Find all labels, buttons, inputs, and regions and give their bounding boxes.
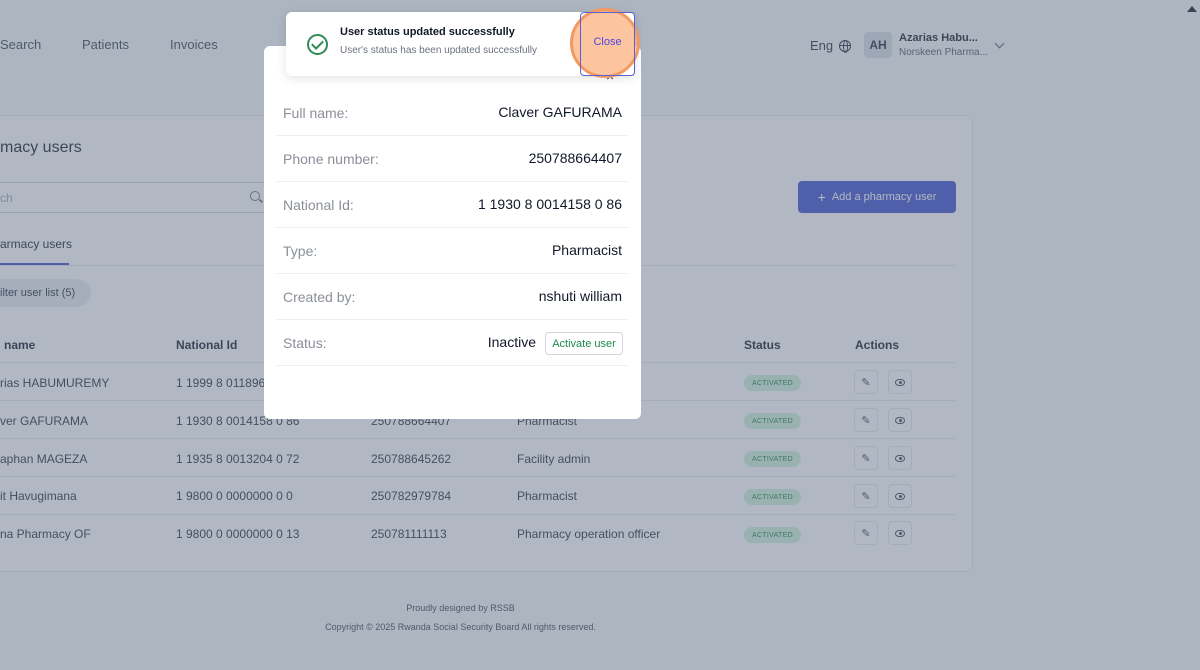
activate-user-button[interactable]: Activate user	[545, 332, 623, 355]
detail-value: Claver GAFURAMA	[498, 104, 622, 120]
detail-value: 1 1930 8 0014158 0 86	[477, 196, 622, 212]
detail-value: nshuti william	[538, 288, 622, 304]
check-circle-icon	[307, 34, 328, 55]
detail-value: 250788664407	[528, 150, 622, 166]
user-details-modal: × Full name: Claver GAFURAMA Phone numbe…	[264, 46, 641, 419]
toast-title: User status updated successfully	[340, 26, 515, 38]
detail-row-phone: Phone number: 250788664407	[276, 136, 628, 182]
detail-label: Phone number:	[283, 151, 379, 167]
detail-row-full-name: Full name: Claver GAFURAMA	[276, 90, 628, 136]
detail-row-status: Status: Inactive Activate user	[276, 320, 628, 366]
toast-message: User's status has been updated successfu…	[340, 45, 538, 56]
detail-label: Status:	[283, 335, 327, 351]
detail-label: Full name:	[283, 105, 349, 121]
detail-label: Type:	[283, 243, 318, 259]
success-toast: User status updated successfully User's …	[286, 8, 640, 78]
detail-label: National Id:	[283, 197, 354, 213]
detail-row-type: Type: Pharmacist	[276, 228, 628, 274]
detail-label: Created by:	[283, 289, 356, 305]
scroll-up-arrow-icon[interactable]	[1187, 6, 1197, 12]
detail-value: Pharmacist	[551, 242, 622, 258]
detail-row-created-by: Created by: nshuti william	[276, 274, 628, 320]
toast-close-button[interactable]: Close	[580, 36, 635, 48]
detail-row-national-id: National Id: 1 1930 8 0014158 0 86	[276, 182, 628, 228]
status-value: Inactive	[487, 334, 536, 350]
